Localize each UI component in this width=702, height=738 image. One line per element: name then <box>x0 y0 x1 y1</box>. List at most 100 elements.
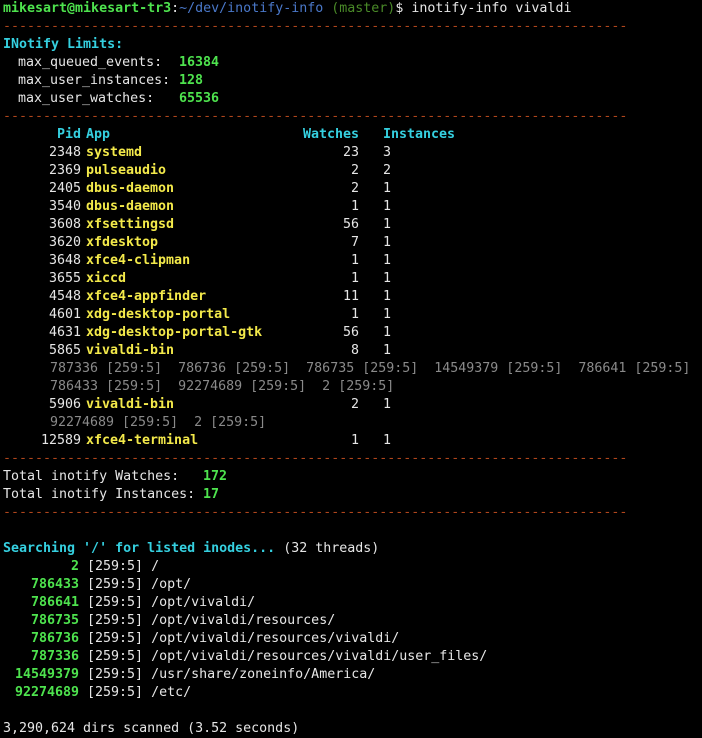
result-dev: [259:5] <box>87 613 144 628</box>
row-watches: 1 <box>350 253 359 268</box>
inode-list-line: 787336 [259:5] 786736 [259:5] 786735 [25… <box>50 361 691 376</box>
row-instances: 1 <box>383 199 392 214</box>
row-app: pulseaudio <box>86 163 167 178</box>
total-instances-label: Total inotify Instances: <box>3 487 196 502</box>
row-pid: 2369 <box>48 163 81 178</box>
limit-row: max_user_watches: 65536 <box>3 90 702 108</box>
limit-label: max_user_watches: <box>18 91 155 106</box>
result-path: /etc/ <box>151 685 192 700</box>
table-row: 4601 xdg-desktop-portal 1 1 <box>3 306 702 324</box>
search-result-row: 786735 [259:5] /opt/vivaldi/resources/ <box>3 612 702 630</box>
row-watches: 1 <box>350 307 359 322</box>
row-app: xfce4-terminal <box>86 433 199 448</box>
result-path: /opt/vivaldi/resources/vivaldi/ <box>151 631 400 646</box>
result-path: /opt/vivaldi/resources/ <box>151 613 336 628</box>
row-pid: 4548 <box>48 289 81 304</box>
command-prompt-line: mikesart@mikesart-tr3:~/dev/inotify-info… <box>3 0 702 18</box>
result-dev: [259:5] <box>87 559 144 574</box>
table-row: 3540 dbus-daemon 1 1 <box>3 198 702 216</box>
row-watches: 7 <box>350 235 359 250</box>
row-pid: 3655 <box>48 271 81 286</box>
limit-value: 128 <box>179 73 204 88</box>
row-instances: 2 <box>383 163 392 178</box>
result-inode: 92274689 <box>14 685 79 700</box>
row-pid: 5865 <box>48 343 81 358</box>
row-watches: 2 <box>350 163 359 178</box>
table-row: 2348 systemd 23 3 <box>3 144 702 162</box>
search-result-row: 787336 [259:5] /opt/vivaldi/resources/vi… <box>3 648 702 666</box>
result-inode: 786433 <box>30 577 79 592</box>
scan-summary: 3,290,624 dirs scanned (3.52 seconds) <box>3 721 300 736</box>
table-row: 3620 xfdesktop 7 1 <box>3 234 702 252</box>
separator-line: ----------------------------------------… <box>3 505 628 520</box>
result-inode: 787336 <box>30 649 79 664</box>
table-row: 3608 xfsettingsd 56 1 <box>3 216 702 234</box>
row-app: systemd <box>86 145 143 160</box>
result-dev: [259:5] <box>87 685 144 700</box>
row-app: xfce4-clipman <box>86 253 191 268</box>
result-path: /opt/ <box>151 577 192 592</box>
total-watches-label: Total inotify Watches: <box>3 469 180 484</box>
row-instances: 1 <box>383 217 392 232</box>
prompt-user-host: mikesart@mikesart-tr3 <box>3 1 172 16</box>
row-pid: 3608 <box>48 217 81 232</box>
row-pid: 4631 <box>48 325 81 340</box>
inode-list-line: 786433 [259:5] 92274689 [259:5] 2 [259:5… <box>50 379 395 394</box>
row-pid: 2405 <box>48 181 81 196</box>
row-pid: 4601 <box>48 307 81 322</box>
row-instances: 1 <box>383 235 392 250</box>
row-instances: 1 <box>383 289 392 304</box>
search-result-row: 2 [259:5] / <box>3 558 702 576</box>
limit-label: max_queued_events: <box>18 55 163 70</box>
limits-title: INotify Limits: <box>3 37 124 52</box>
prompt-colon: : <box>171 1 180 16</box>
result-path: /usr/share/zoneinfo/America/ <box>151 667 376 682</box>
row-instances: 1 <box>383 253 392 268</box>
row-watches: 2 <box>350 181 359 196</box>
total-instances-row: Total inotify Instances: 17 <box>3 486 702 504</box>
table-row: 2369 pulseaudio 2 2 <box>3 162 702 180</box>
row-app: xdg-desktop-portal-gtk <box>86 325 263 340</box>
result-path: /opt/vivaldi/resources/vivaldi/user_file… <box>151 649 488 664</box>
limit-label: max_user_instances: <box>18 73 171 88</box>
separator-line: ----------------------------------------… <box>3 109 628 124</box>
prompt-symbol: $ <box>395 1 404 16</box>
row-watches: 56 <box>342 325 359 340</box>
row-watches: 56 <box>342 217 359 232</box>
row-app: xdg-desktop-portal <box>86 307 231 322</box>
row-instances: 1 <box>383 433 392 448</box>
row-instances: 1 <box>383 181 392 196</box>
result-inode: 2 <box>70 559 79 574</box>
table-row: 3648 xfce4-clipman 1 1 <box>3 252 702 270</box>
search-title-line: Searching '/' for listed inodes... (32 t… <box>3 540 702 558</box>
search-result-row: 786433 [259:5] /opt/ <box>3 576 702 594</box>
terminal-window[interactable]: mikesart@mikesart-tr3:~/dev/inotify-info… <box>0 0 702 738</box>
row-app: xfsettingsd <box>86 217 175 232</box>
limit-row: max_user_instances: 128 <box>3 72 702 90</box>
row-app: vivaldi-bin <box>86 397 175 412</box>
row-app: dbus-daemon <box>86 199 175 214</box>
search-threads: (32 threads) <box>283 541 380 556</box>
search-result-row: 786641 [259:5] /opt/vivaldi/ <box>3 594 702 612</box>
table-row: 2405 dbus-daemon 2 1 <box>3 180 702 198</box>
row-watches: 23 <box>342 145 359 160</box>
total-watches-row: Total inotify Watches: 172 <box>3 468 702 486</box>
row-watches: 1 <box>350 433 359 448</box>
result-path: /opt/vivaldi/ <box>151 595 256 610</box>
limit-row: max_queued_events: 16384 <box>3 54 702 72</box>
row-pid: 5906 <box>48 397 81 412</box>
row-pid: 3648 <box>48 253 81 268</box>
header-pid: Pid <box>56 127 81 142</box>
prompt-cwd: ~/dev/inotify-info <box>179 1 324 16</box>
row-app: xiccd <box>86 271 127 286</box>
prompt-command: inotify-info vivaldi <box>411 1 572 16</box>
row-watches: 8 <box>350 343 359 358</box>
result-inode: 786735 <box>30 613 79 628</box>
table-header: Pid App Watches Instances <box>3 126 702 144</box>
total-watches-value: 172 <box>203 469 228 484</box>
result-dev: [259:5] <box>87 577 144 592</box>
limit-value: 65536 <box>179 91 220 106</box>
separator-line: ----------------------------------------… <box>3 19 628 34</box>
search-result-row: 14549379 [259:5] /usr/share/zoneinfo/Ame… <box>3 666 702 684</box>
